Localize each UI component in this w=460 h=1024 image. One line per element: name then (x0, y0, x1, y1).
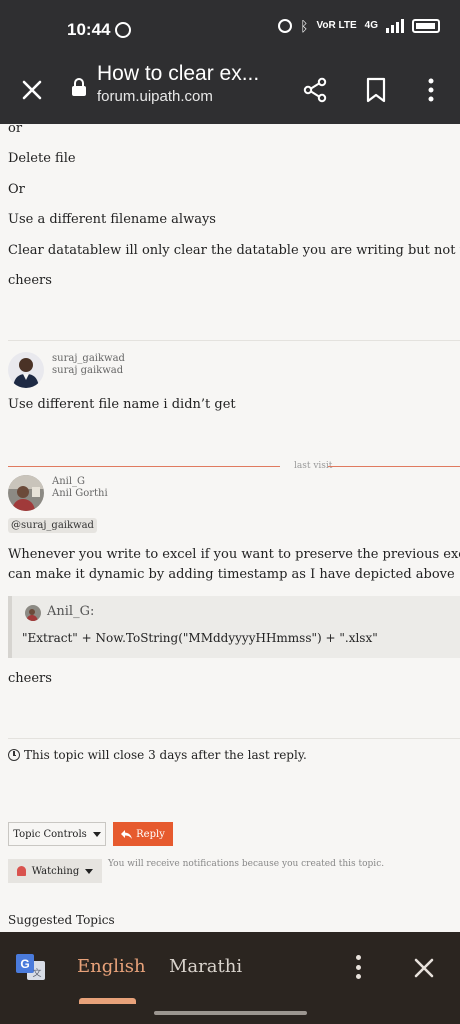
page-domain: forum.uipath.com (97, 88, 213, 105)
quote-text: "Extract" + Now.ToString("MMddyyyyHHmmss… (22, 631, 378, 645)
avatar[interactable] (8, 352, 44, 388)
post-closing: cheers (8, 671, 52, 686)
status-bar: 10:44 ᛒ VoR LTE 4G (0, 0, 460, 58)
source-language-tab[interactable]: English (77, 956, 146, 977)
whatsapp-icon (115, 22, 131, 38)
last-visit-line-left (8, 466, 280, 467)
share-button[interactable] (295, 70, 335, 110)
browser-app-bar: How to clear ex... forum.uipath.com (0, 58, 460, 124)
signal-icon (386, 19, 404, 33)
post-body: Use different file name i didn’t get (8, 397, 236, 412)
more-options-button[interactable] (411, 70, 451, 110)
caret-down-icon (85, 868, 94, 874)
target-language-tab[interactable]: Marathi (169, 956, 242, 977)
topic-controls-label: Topic Controls (13, 828, 87, 840)
reply-icon (121, 829, 133, 839)
svg-text:G: G (20, 957, 29, 971)
clock-icon (8, 749, 20, 761)
reply-label: Reply (136, 828, 165, 840)
active-tab-indicator (79, 998, 136, 1004)
page-title: How to clear ex... (97, 62, 260, 85)
gesture-handle[interactable] (154, 1011, 307, 1015)
post-line: Delete file (8, 151, 76, 166)
signal-label: 4G (364, 20, 378, 31)
google-translate-icon[interactable]: G 文 (16, 952, 46, 982)
username[interactable]: Anil_G (52, 476, 108, 488)
svg-text:文: 文 (32, 967, 41, 979)
status-icons: ᛒ VoR LTE 4G (278, 18, 440, 34)
full-name: suraj gaikwad (52, 365, 124, 376)
username[interactable]: suraj_gaikwad (52, 353, 125, 365)
close-tab-button[interactable] (14, 72, 50, 108)
post-line: Clear datatablew ill only clear the data… (8, 243, 460, 258)
title-block[interactable]: How to clear ex... forum.uipath.com (97, 62, 287, 105)
share-icon (303, 77, 327, 103)
watching-button[interactable]: Watching (8, 859, 102, 883)
last-visit-label: last visit (294, 461, 333, 471)
topic-controls-button[interactable]: Topic Controls (8, 822, 106, 846)
topic-close-text: This topic will close 3 days after the l… (24, 748, 307, 762)
close-icon (22, 80, 42, 100)
avatar-anil-small (25, 605, 41, 621)
avatar-suraj (8, 352, 44, 388)
post-divider (8, 340, 460, 341)
mention-tag[interactable]: @suraj_gaikwad (8, 518, 97, 533)
bookmark-icon (366, 77, 386, 103)
bell-icon (16, 866, 26, 876)
avatar[interactable] (8, 475, 44, 511)
post-author-header: Anil_G Anil Gorthi (8, 475, 208, 515)
quote-block: Anil_G: "Extract" + Now.ToString("MMddyy… (8, 596, 460, 658)
suggested-topics-heading: Suggested Topics (8, 913, 115, 927)
post-body-line: can make it dynamic by adding timestamp … (8, 567, 455, 582)
post-line: Or (8, 182, 25, 197)
last-visit-line-right (328, 466, 460, 467)
caret-down-icon (92, 831, 101, 837)
quote-username[interactable]: Anil_G: (47, 604, 94, 619)
topic-close-notice: This topic will close 3 days after the l… (8, 748, 307, 762)
post-line: or (8, 124, 23, 136)
full-name: Anil Gorthi (52, 488, 108, 499)
post-divider (8, 738, 460, 739)
post-line: Use a different filename always (8, 212, 216, 227)
translate-more-button[interactable] (346, 954, 370, 980)
lock-icon (72, 78, 86, 96)
more-vert-icon (428, 78, 434, 102)
forum-thread-content: or Delete file Or Use a different filena… (0, 124, 460, 932)
user-info: suraj_gaikwad suraj gaikwad (52, 353, 125, 377)
battery-icon (412, 19, 440, 33)
user-info: Anil_G Anil Gorthi (52, 476, 108, 500)
network-label: VoR LTE (316, 20, 357, 31)
status-time: 10:44 (67, 20, 111, 39)
alarm-icon (278, 19, 293, 33)
bookmark-button[interactable] (356, 70, 396, 110)
watching-label: Watching (31, 865, 80, 877)
last-visit-marker: last visit (8, 461, 460, 473)
post-body-line: Whenever you write to excel if you want … (8, 547, 460, 562)
post-author-header: suraj_gaikwad suraj gaikwad (8, 352, 208, 392)
quote-avatar (25, 605, 41, 621)
post-line: cheers (8, 273, 52, 288)
bluetooth-icon: ᛒ (300, 18, 309, 34)
translate-bar: G 文 English Marathi (0, 932, 460, 1024)
reply-button[interactable]: Reply (113, 822, 173, 846)
avatar-anil (8, 475, 44, 511)
watching-note: You will receive notifications because y… (108, 859, 385, 869)
translate-close-icon[interactable] (410, 954, 438, 982)
